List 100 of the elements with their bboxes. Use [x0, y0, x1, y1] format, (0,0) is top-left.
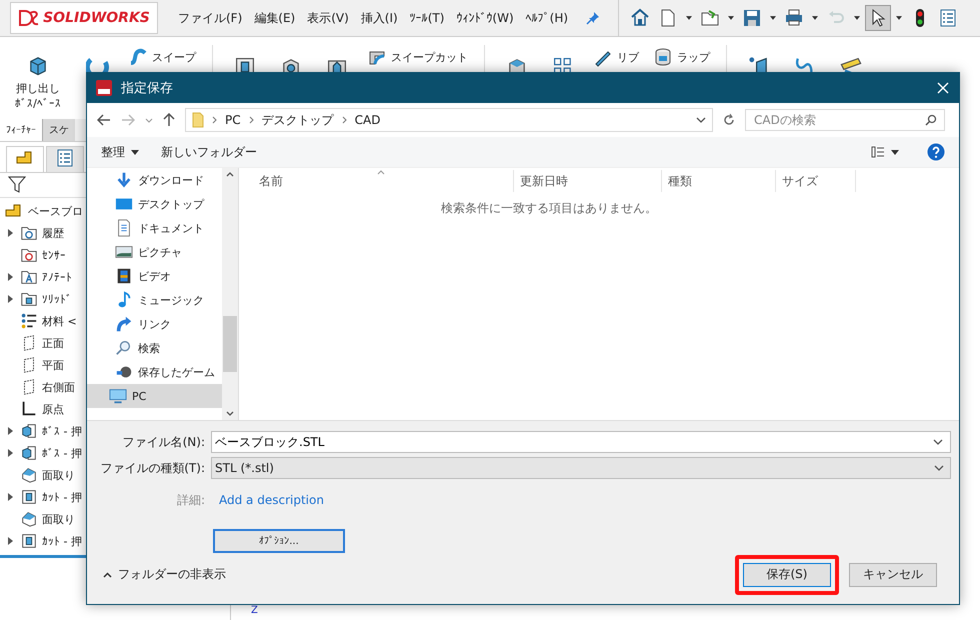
column-header[interactable]: 種類 [662, 170, 776, 192]
expand-arrow-icon[interactable] [8, 229, 13, 237]
expand-arrow-icon[interactable] [8, 449, 13, 457]
folder-item[interactable]: 検索 [87, 336, 222, 360]
toolbar-button[interactable] [865, 5, 891, 31]
chevron-down-icon [226, 411, 234, 416]
app-icon [95, 79, 113, 97]
tree-item[interactable]: 面取り [42, 512, 75, 526]
hide-folders-button[interactable]: フォルダーの非表示 [97, 565, 232, 584]
breadcrumb[interactable]: デスクトップ [262, 112, 334, 128]
options-button[interactable]: ｵﾌﾟｼｮﾝ... [213, 529, 345, 553]
ribbon-button[interactable]: リブ [591, 45, 641, 69]
tab[interactable]: スケ [42, 119, 75, 141]
file-type-dropdown[interactable]: STL (*.stl) [211, 457, 951, 479]
tree-item[interactable]: 材料 < [42, 314, 77, 328]
up-arrow-icon[interactable] [163, 113, 175, 127]
cut-box-icon [20, 532, 38, 550]
scrollbar[interactable] [222, 168, 238, 420]
menu-item[interactable]: 挿入(I) [360, 10, 398, 26]
cut-box-icon [20, 488, 38, 506]
sweep-icon [128, 47, 148, 67]
description-link[interactable]: Add a description [211, 493, 324, 507]
tree-item[interactable]: 右側面 [42, 380, 75, 394]
breadcrumb[interactable]: PC [225, 113, 241, 127]
folder-item[interactable]: ダウンロード [87, 168, 222, 192]
caret-icon[interactable] [686, 16, 692, 20]
tree-item[interactable]: 正面 [42, 336, 64, 350]
tree-item[interactable]: 面取り [42, 468, 75, 482]
tree-item[interactable]: 平面 [42, 358, 64, 372]
empty-message: 検索条件に一致する項目はありません。 [440, 200, 658, 217]
expand-arrow-icon[interactable] [8, 537, 13, 545]
ribbon-button[interactable]: 押し出し ﾎﾞｽ/ﾍﾞｰｽ [6, 45, 70, 113]
expand-arrow-icon[interactable] [8, 273, 13, 281]
close-icon[interactable] [937, 82, 949, 94]
tree-item[interactable]: 履歴 [42, 226, 64, 240]
column-header[interactable]: 更新日時 [514, 170, 662, 192]
back-arrow-icon[interactable] [97, 114, 111, 126]
tree-item[interactable]: ｶｯﾄ - 押 [42, 534, 82, 548]
file-name-field[interactable]: ベースブロック.STL [211, 431, 951, 453]
save-button[interactable]: 保存(S) [743, 562, 831, 586]
ribbon-button[interactable]: スイープカット [365, 45, 470, 69]
folder-item[interactable]: リンク [87, 312, 222, 336]
axis-label: Z [251, 605, 258, 616]
menu-item[interactable]: ﾂｰﾙ(T) [410, 11, 444, 25]
chevron-down-icon[interactable] [933, 439, 943, 445]
folder-item[interactable]: デスクトップ [87, 192, 222, 216]
folder-item[interactable]: 保存したゲーム [87, 360, 222, 384]
tree-item[interactable]: ベースブロ [28, 204, 83, 218]
pin-icon[interactable] [586, 11, 600, 25]
folder-item[interactable]: PC [87, 384, 222, 408]
down-arrow-icon [115, 171, 133, 189]
chevron-down-icon[interactable] [696, 117, 706, 123]
cylinder-icon [653, 47, 673, 67]
expand-arrow-icon[interactable] [8, 427, 13, 435]
ribbon-button[interactable]: ラップ [651, 45, 712, 69]
curved-arrow-icon [115, 315, 133, 333]
address-bar[interactable]: PC デスクトップ CAD [185, 108, 713, 132]
tree-item[interactable]: ｱﾉﾃｰﾄ [42, 270, 72, 284]
folder-item[interactable]: ミュージック [87, 288, 222, 312]
column-header[interactable]: 名前 [239, 170, 514, 192]
caret-icon[interactable] [770, 16, 776, 20]
expand-arrow-icon[interactable] [8, 295, 13, 303]
menu-item[interactable]: 表示(V) [307, 10, 349, 26]
command-button[interactable]: 新しいフォルダー [157, 142, 261, 162]
breadcrumb[interactable]: CAD [354, 113, 380, 127]
menu-item[interactable]: ｳｨﾝﾄﾞｳ(W) [456, 11, 514, 25]
column-header[interactable]: サイズ [776, 170, 856, 192]
cancel-button[interactable]: キャンセル [849, 562, 937, 586]
cube-icon [20, 422, 38, 440]
tree-item[interactable]: ｿﾘｯﾄﾞ [42, 292, 72, 306]
expand-arrow-icon[interactable] [8, 493, 13, 501]
folder-icon [20, 268, 38, 286]
panel-tab[interactable] [46, 146, 84, 172]
chevron-right-icon [342, 116, 347, 124]
help-icon[interactable] [927, 143, 945, 161]
folder-item[interactable]: ビデオ [87, 264, 222, 288]
list-icon [55, 148, 75, 168]
chamfer-icon [20, 510, 38, 528]
scrollbar-thumb[interactable] [223, 316, 237, 372]
folder-item[interactable]: ピクチャ [87, 240, 222, 264]
panel-tab[interactable] [6, 146, 44, 172]
tab[interactable]: ﾌｨｰﾁｬｰ [0, 119, 42, 141]
tree-item[interactable]: ﾎﾞｽ - 押 [42, 446, 82, 460]
tree-item[interactable]: ｾﾝｻｰ [42, 248, 66, 262]
list-icon [938, 8, 958, 28]
caret-icon[interactable] [728, 16, 734, 20]
refresh-icon[interactable] [723, 113, 735, 127]
menu-item[interactable]: ﾍﾙﾌﾟ(H) [526, 11, 568, 25]
ribbon-button[interactable]: スイープ [126, 45, 198, 69]
command-button[interactable]: 整理 [97, 142, 143, 162]
caret-icon[interactable] [812, 16, 818, 20]
menu-item[interactable]: 編集(E) [254, 10, 296, 26]
caret-icon[interactable] [896, 16, 902, 20]
menu-item[interactable]: ファイル(F) [178, 10, 242, 26]
tree-item[interactable]: ﾎﾞｽ - 押 [42, 424, 82, 438]
tree-item[interactable]: 原点 [42, 402, 64, 416]
tree-item[interactable]: ｶｯﾄ - 押 [42, 490, 82, 504]
search-field[interactable]: CADの検索 [745, 109, 945, 131]
picture-icon [115, 243, 133, 261]
folder-item[interactable]: ドキュメント [87, 216, 222, 240]
